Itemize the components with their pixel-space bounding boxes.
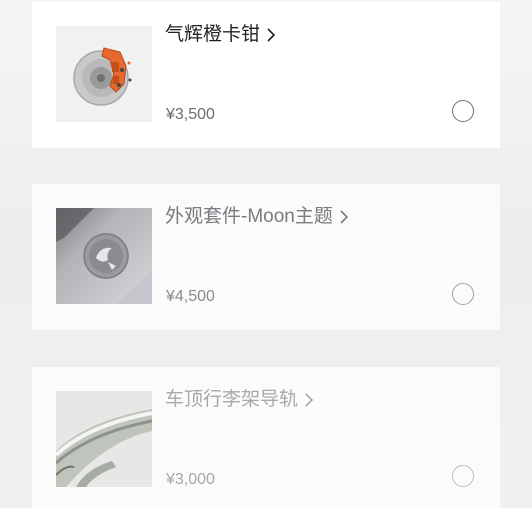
chevron-right-icon bbox=[264, 26, 278, 44]
product-price: ¥3,000 bbox=[166, 471, 215, 488]
product-card-moon-kit[interactable]: 外观套件-Moon主题 ¥4,500 bbox=[32, 184, 500, 330]
product-price: ¥3,500 bbox=[166, 106, 215, 123]
moon-theme-wheel-logo-icon bbox=[56, 208, 152, 304]
select-radio[interactable] bbox=[452, 283, 474, 305]
chevron-right-icon bbox=[302, 391, 316, 409]
product-image-brake-caliper[interactable] bbox=[56, 26, 152, 122]
product-image-roof-rack[interactable] bbox=[56, 391, 152, 487]
product-title-link[interactable]: 外观套件-Moon主题 bbox=[165, 204, 351, 230]
product-image-moon-kit[interactable] bbox=[56, 208, 152, 304]
select-radio[interactable] bbox=[452, 100, 474, 122]
brake-caliper-icon bbox=[56, 26, 152, 122]
product-title-link[interactable]: 车顶行李架导轨 bbox=[165, 387, 316, 413]
chevron-right-icon bbox=[337, 208, 351, 226]
product-title: 车顶行李架导轨 bbox=[165, 389, 299, 410]
product-price: ¥4,500 bbox=[166, 288, 215, 305]
product-title-link[interactable]: 气辉橙卡钳 bbox=[165, 22, 278, 48]
select-radio[interactable] bbox=[452, 465, 474, 487]
product-card-roof-rack[interactable]: 车顶行李架导轨 ¥3,000 bbox=[32, 367, 500, 508]
roof-rack-rail-icon bbox=[56, 391, 152, 487]
product-title: 外观套件-Moon主题 bbox=[165, 206, 333, 227]
product-card-brake-caliper[interactable]: 气辉橙卡钳 ¥3,500 bbox=[32, 2, 500, 148]
product-title: 气辉橙卡钳 bbox=[165, 24, 261, 45]
